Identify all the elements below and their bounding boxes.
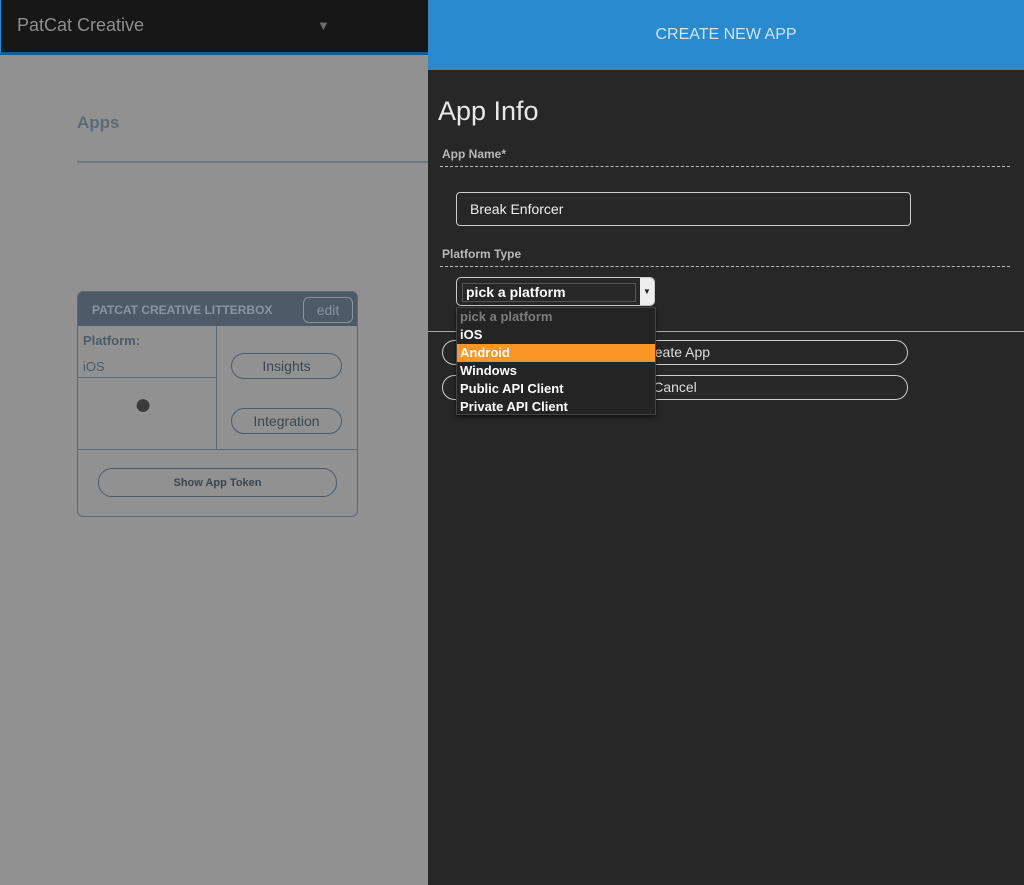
option-private-api-client[interactable]: Private API Client: [457, 398, 655, 416]
platform-type-label: Platform Type: [442, 247, 522, 261]
option-android[interactable]: Android: [457, 344, 655, 362]
section-title: App Info: [438, 96, 539, 126]
chevron-down-icon[interactable]: ▼: [640, 278, 654, 305]
divider: [78, 377, 217, 378]
app-name-label: App Name*: [442, 147, 507, 161]
platform-select[interactable]: pick a platform ▼: [456, 277, 655, 306]
apple-icon: ●: [134, 388, 153, 421]
background-page: PatCat Creative ▼ Apps PATCAT CREATIVE L…: [0, 0, 428, 885]
page-title: Apps: [77, 113, 120, 132]
platform-label: Platform:: [83, 333, 141, 348]
show-app-token-button[interactable]: Show App Token: [98, 468, 337, 497]
option-placeholder[interactable]: pick a platform: [457, 308, 655, 326]
divider: [77, 161, 428, 163]
card-header: PATCAT CREATIVE LITTERBOX edit: [78, 292, 357, 326]
app-card: PATCAT CREATIVE LITTERBOX edit Platform:…: [77, 291, 358, 517]
card-title: PATCAT CREATIVE LITTERBOX: [92, 303, 273, 317]
org-name[interactable]: PatCat Creative: [17, 15, 144, 36]
panel-header: CREATE NEW APP: [428, 0, 1024, 70]
app-name-input[interactable]: [456, 192, 911, 226]
top-bar: PatCat Creative ▼: [0, 0, 428, 55]
edit-button[interactable]: edit: [303, 297, 353, 323]
chevron-down-icon[interactable]: ▼: [317, 18, 330, 33]
option-windows[interactable]: Windows: [457, 362, 655, 380]
divider: [78, 449, 357, 450]
select-value: pick a platform: [462, 283, 636, 302]
platform-value: iOS: [83, 359, 105, 374]
divider: [216, 326, 217, 450]
create-app-panel: CREATE NEW APP App Info App Name* Platfo…: [428, 0, 1024, 885]
integration-button[interactable]: Integration: [231, 408, 342, 434]
insights-button[interactable]: Insights: [231, 353, 342, 379]
option-public-api-client[interactable]: Public API Client: [457, 380, 655, 398]
divider: [440, 166, 1010, 167]
divider: [440, 266, 1010, 267]
option-ios[interactable]: iOS: [457, 326, 655, 344]
platform-dropdown: pick a platform iOS Android Windows Publ…: [456, 307, 656, 415]
